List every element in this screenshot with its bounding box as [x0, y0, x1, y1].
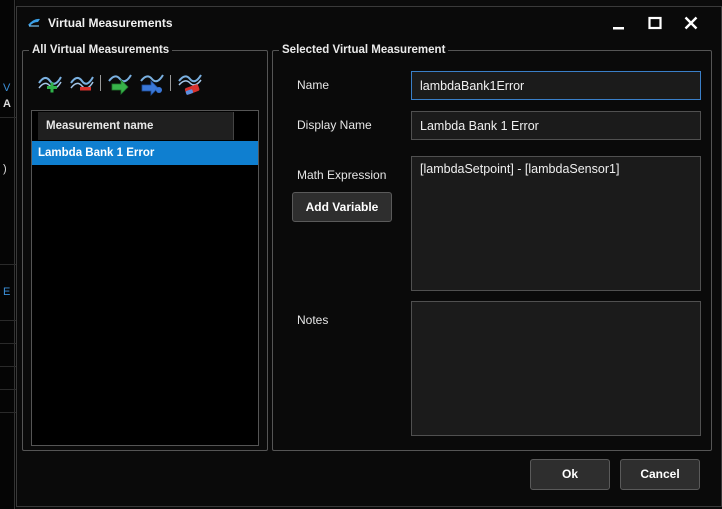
notes-label: Notes	[297, 313, 329, 327]
cancel-button[interactable]: Cancel	[620, 459, 700, 490]
app-icon	[28, 18, 40, 27]
import-measurement-icon	[108, 74, 132, 95]
measurement-list[interactable]: Measurement name Lambda Bank 1 Error	[31, 110, 259, 446]
background-line	[0, 320, 16, 321]
add-measurement-button[interactable]	[37, 71, 63, 97]
background-line	[0, 117, 16, 118]
background-line	[0, 366, 16, 367]
maximize-button[interactable]	[637, 11, 673, 35]
remove-measurement-icon	[70, 76, 94, 91]
background-divider	[14, 0, 15, 509]
clear-measurement-button[interactable]	[177, 71, 203, 97]
background-text-fragment: V	[3, 82, 11, 94]
clear-measurement-icon	[178, 74, 202, 95]
math-expression-label: Math Expression	[297, 168, 387, 182]
selected-measurement-title: Selected Virtual Measurement	[282, 44, 446, 56]
background-line	[0, 389, 16, 390]
background-app-sliver: V A ) E	[0, 0, 16, 509]
toolbar-separator	[100, 75, 101, 91]
math-expression-field[interactable]: [lambdaSetpoint] - [lambdaSensor1]	[411, 156, 701, 291]
background-text-fragment: E	[3, 286, 11, 298]
background-line	[0, 412, 16, 413]
close-icon	[684, 16, 698, 30]
measurement-toolbar	[35, 71, 235, 99]
ok-button[interactable]: Ok	[530, 459, 610, 490]
background-line	[0, 264, 16, 265]
background-text-fragment: A	[3, 98, 11, 110]
display-name-label: Display Name	[297, 118, 372, 132]
column-header-measurement-name[interactable]: Measurement name	[38, 112, 234, 140]
display-name-field[interactable]	[411, 111, 701, 140]
toolbar-separator	[170, 75, 171, 91]
import-measurement-button[interactable]	[107, 71, 133, 97]
list-item[interactable]: Lambda Bank 1 Error	[32, 141, 258, 165]
name-label: Name	[297, 78, 330, 92]
title-bar[interactable]: Virtual Measurements	[17, 7, 721, 37]
export-measurement-button[interactable]	[139, 71, 165, 97]
background-text-fragment: )	[3, 163, 7, 175]
all-measurements-panel: Measurement name Lambda Bank 1 Error	[23, 51, 267, 455]
close-button[interactable]	[673, 11, 709, 35]
minimize-button[interactable]	[601, 11, 637, 35]
remove-measurement-button[interactable]	[69, 71, 95, 97]
minimize-icon	[613, 27, 624, 30]
maximize-icon	[648, 16, 662, 30]
notes-field[interactable]	[411, 301, 701, 436]
add-measurement-icon	[38, 76, 62, 93]
virtual-measurements-dialog: Virtual Measurements All Virtual Measure…	[16, 6, 722, 507]
name-field[interactable]	[411, 71, 701, 100]
window-title: Virtual Measurements	[48, 16, 173, 30]
export-measurement-icon	[140, 74, 164, 96]
add-variable-button[interactable]: Add Variable	[292, 192, 392, 222]
background-line	[0, 343, 16, 344]
